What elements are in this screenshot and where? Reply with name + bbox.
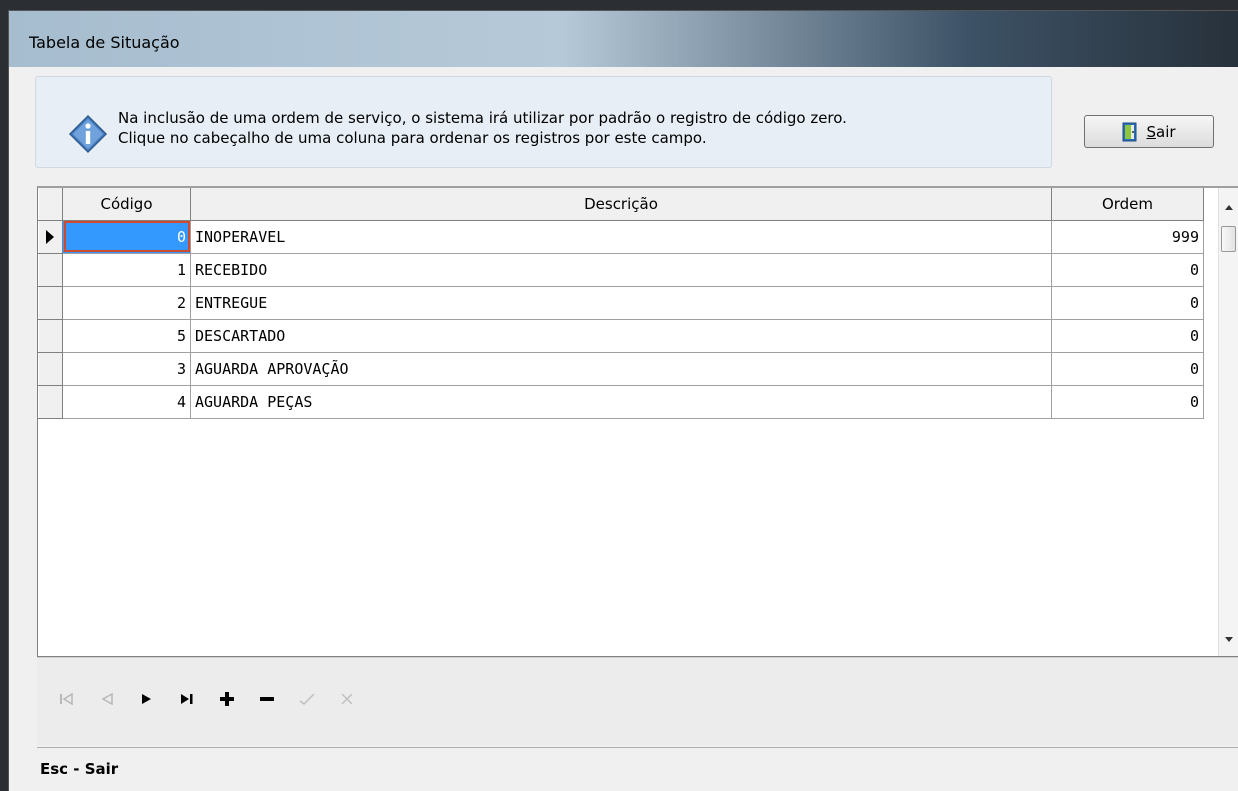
column-header-codigo[interactable]: Código [62, 188, 191, 221]
grid-table: Código Descrição Ordem 0 INOPERAVEL 999 [38, 188, 1204, 419]
cancel-edit-button[interactable] [333, 685, 361, 713]
record-navigator [37, 657, 1238, 745]
sair-button-label: Sair [1146, 123, 1175, 141]
table-row[interactable]: 2 ENTREGUE 0 [38, 286, 1204, 320]
data-grid[interactable]: Código Descrição Ordem 0 INOPERAVEL 999 [37, 186, 1238, 657]
post-record-button[interactable] [293, 685, 321, 713]
row-indicator[interactable] [38, 253, 63, 287]
sair-rest: air [1156, 122, 1176, 141]
scroll-down-button[interactable] [1219, 630, 1238, 648]
info-text-line-2: Clique no cabeçalho de uma coluna para o… [118, 129, 707, 147]
cell-ordem[interactable]: 999 [1051, 220, 1204, 254]
info-text-line-1: Na inclusão de uma ordem de serviço, o s… [118, 109, 847, 127]
prior-record-icon [101, 692, 113, 706]
cell-codigo[interactable]: 5 [62, 319, 191, 353]
row-indicator[interactable] [38, 385, 63, 419]
cancel-icon [341, 693, 353, 705]
table-row[interactable]: 3 AGUARDA APROVAÇÃO 0 [38, 352, 1204, 386]
cell-ordem[interactable]: 0 [1051, 352, 1204, 386]
post-icon [299, 693, 315, 705]
title-bar[interactable]: Tabela de Situação [9, 11, 1238, 67]
column-header-descricao[interactable]: Descrição [190, 188, 1052, 221]
table-row[interactable]: 0 INOPERAVEL 999 [38, 220, 1204, 254]
cell-codigo[interactable]: 1 [62, 253, 191, 287]
row-indicator[interactable] [38, 352, 63, 386]
cell-ordem[interactable]: 0 [1051, 253, 1204, 287]
next-record-button[interactable] [133, 685, 161, 713]
client-area: Na inclusão de uma ordem de serviço, o s… [27, 69, 1238, 791]
current-row-arrow-icon [46, 229, 54, 244]
cell-codigo[interactable]: 2 [62, 286, 191, 320]
cell-ordem[interactable]: 0 [1051, 385, 1204, 419]
first-record-button[interactable] [53, 685, 81, 713]
chevron-up-icon [1224, 204, 1233, 210]
grid-header-row: Código Descrição Ordem [38, 188, 1204, 221]
cell-descricao[interactable]: AGUARDA APROVAÇÃO [190, 352, 1052, 386]
cell-codigo[interactable]: 3 [62, 352, 191, 386]
table-row[interactable]: 5 DESCARTADO 0 [38, 319, 1204, 353]
last-record-icon [181, 694, 193, 704]
exit-door-icon [1122, 122, 1137, 141]
info-icon [68, 114, 108, 154]
insert-icon [220, 692, 234, 706]
window-title: Tabela de Situação [29, 33, 180, 52]
sair-mnemonic: S [1146, 122, 1156, 141]
vertical-scrollbar[interactable] [1218, 188, 1238, 656]
cell-descricao[interactable]: DESCARTADO [190, 319, 1052, 353]
row-indicator[interactable] [38, 319, 63, 353]
chevron-down-icon [1224, 636, 1233, 642]
cell-descricao[interactable]: INOPERAVEL [190, 220, 1052, 254]
delete-record-button[interactable] [253, 685, 281, 713]
column-header-ordem[interactable]: Ordem [1051, 188, 1204, 221]
cell-descricao[interactable]: AGUARDA PEÇAS [190, 385, 1052, 419]
table-row[interactable]: 4 AGUARDA PEÇAS 0 [38, 385, 1204, 419]
row-indicator[interactable] [38, 286, 63, 320]
indicator-header [38, 188, 63, 221]
status-text: Esc - Sair [40, 760, 119, 778]
table-row[interactable]: 1 RECEBIDO 0 [38, 253, 1204, 287]
prior-record-button[interactable] [93, 685, 121, 713]
cell-ordem[interactable]: 0 [1051, 319, 1204, 353]
scroll-thumb[interactable] [1221, 226, 1236, 252]
insert-record-button[interactable] [213, 685, 241, 713]
row-indicator[interactable] [38, 220, 63, 254]
cell-codigo[interactable]: 0 [62, 220, 191, 254]
cell-descricao[interactable]: ENTREGUE [190, 286, 1052, 320]
main-window: Tabela de Situação Na inclusão de uma or… [8, 10, 1238, 791]
cell-ordem[interactable]: 0 [1051, 286, 1204, 320]
scroll-up-button[interactable] [1219, 198, 1238, 216]
cell-descricao[interactable]: RECEBIDO [190, 253, 1052, 287]
delete-icon [260, 697, 274, 701]
next-record-icon [142, 694, 151, 704]
info-panel: Na inclusão de uma ordem de serviço, o s… [35, 76, 1052, 168]
status-bar: Esc - Sair [37, 747, 1238, 786]
sair-button[interactable]: Sair [1084, 115, 1214, 148]
cell-codigo[interactable]: 4 [62, 385, 191, 419]
first-record-icon [60, 692, 73, 706]
last-record-button[interactable] [173, 685, 201, 713]
